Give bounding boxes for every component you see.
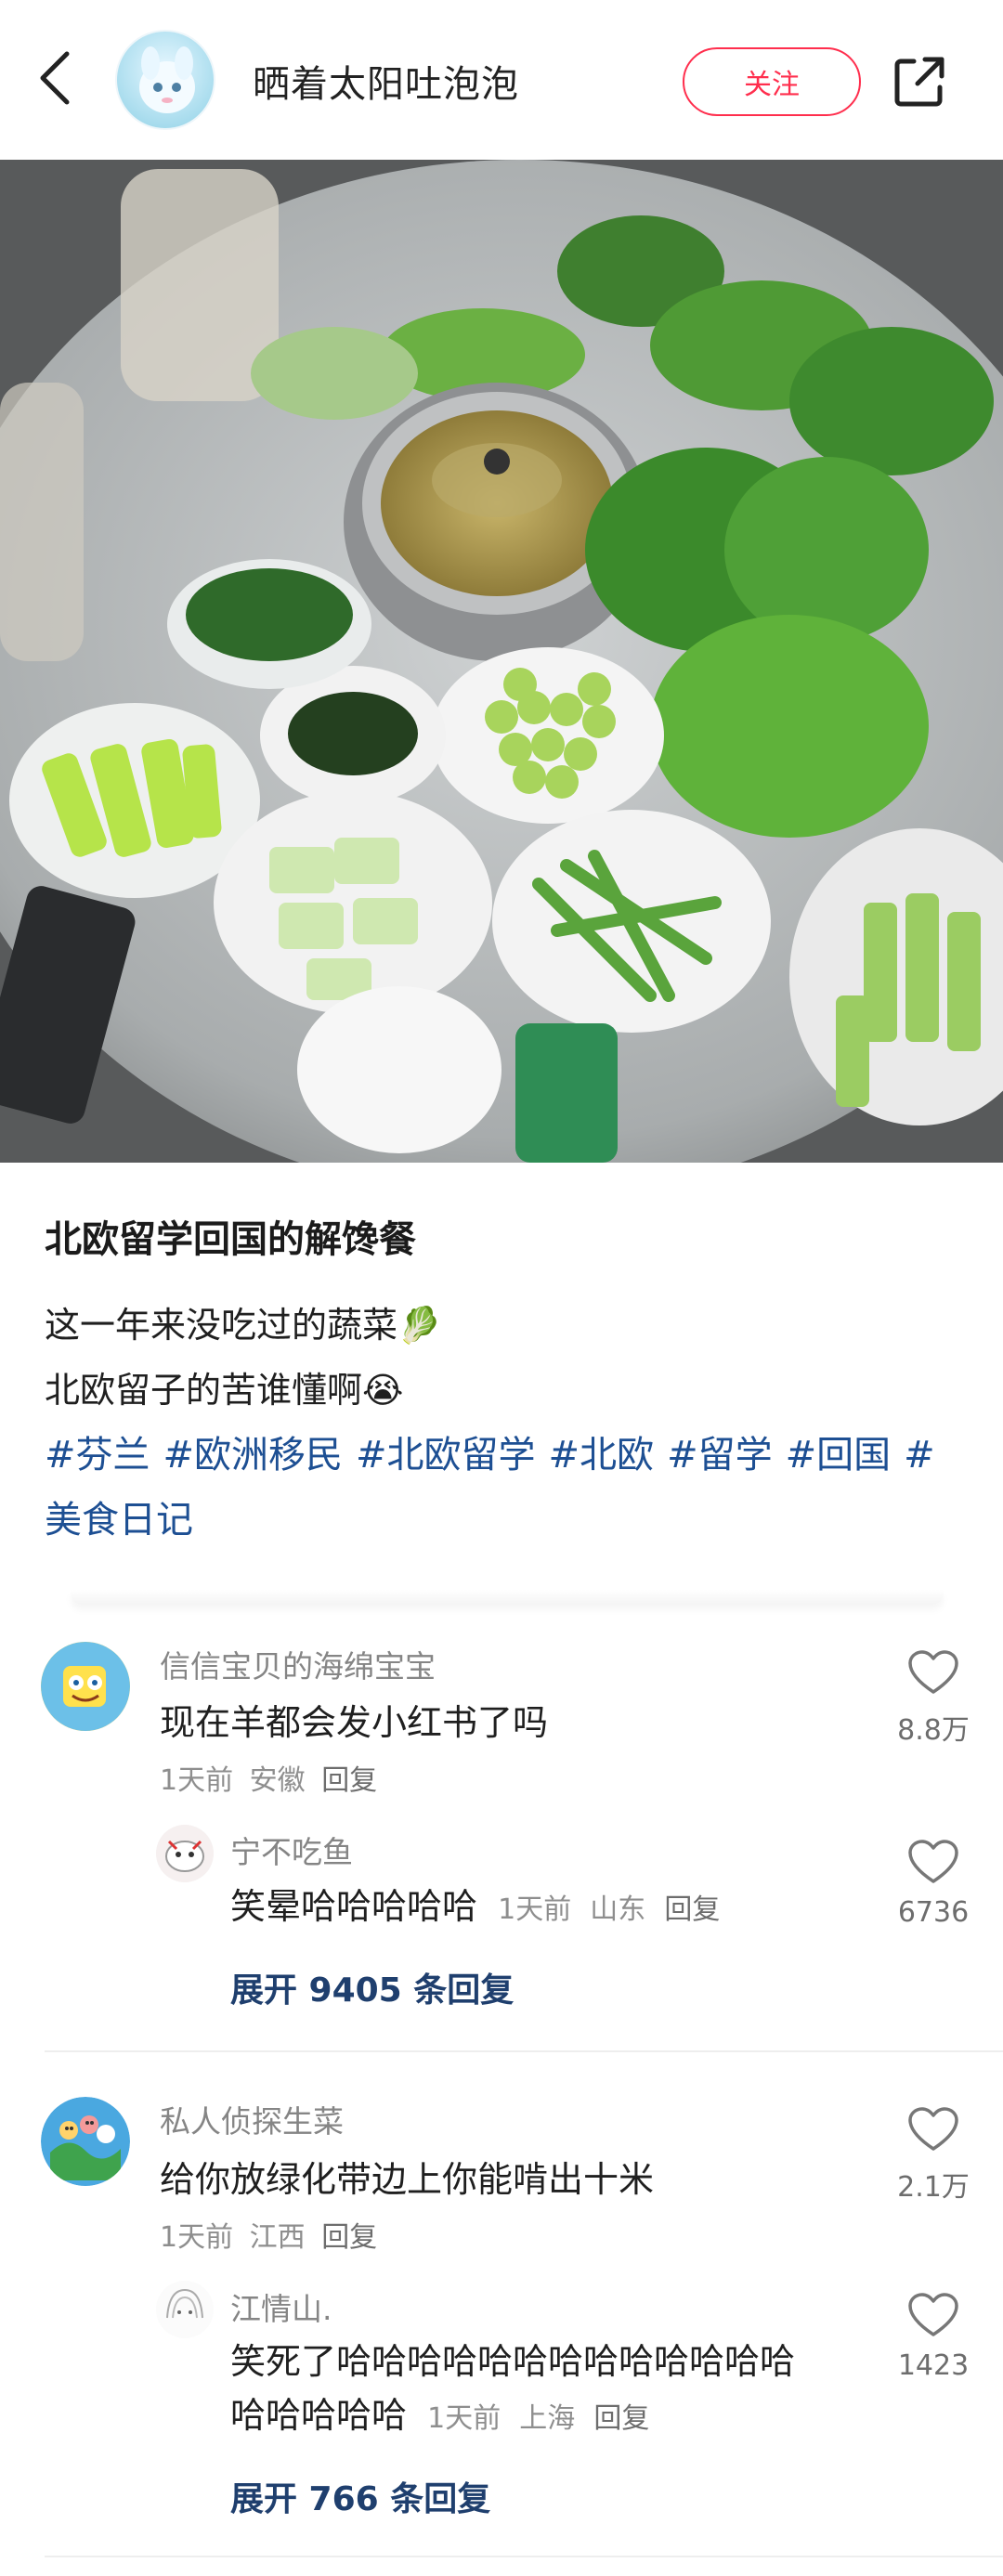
like-count: 6736 xyxy=(897,1896,970,1929)
expand-replies-button[interactable]: 展开 766 条回复 xyxy=(230,2472,490,2520)
like-count: 8.8万 xyxy=(897,1714,970,1747)
comment-text: 现在羊都会发小红书了吗 xyxy=(160,1702,549,1743)
hashtag[interactable]: #北欧留学 xyxy=(356,1434,536,1477)
hashtag-list: #芬兰 #欧洲移民 #北欧留学 #北欧 #留学 #回国 #美食日记 xyxy=(45,1423,964,1553)
heart-outline-icon xyxy=(908,1650,958,1694)
reply-time: 1天前 xyxy=(498,1893,572,1926)
heart-outline-icon xyxy=(908,1840,958,1883)
commenter-avatar[interactable] xyxy=(41,1642,130,1731)
reply-link[interactable]: 回复 xyxy=(321,1764,377,1797)
commenter-name[interactable]: 信信宝贝的海绵宝宝 xyxy=(160,1642,436,1686)
reply-location: 山东 xyxy=(590,1893,646,1926)
comment-location: 江西 xyxy=(249,2221,306,2254)
comment-location: 安徽 xyxy=(249,1764,306,1797)
reply-time: 1天前 xyxy=(427,2402,502,2435)
reply-content: 笑死了哈哈哈哈哈哈哈哈哈哈哈哈哈 xyxy=(230,2341,796,2382)
heart-outline-icon xyxy=(908,2293,958,2336)
like-button[interactable]: 8.8万 xyxy=(882,1649,984,1748)
reply-link[interactable]: 回复 xyxy=(321,2221,377,2254)
replier-name[interactable]: 江情山. xyxy=(230,2284,332,2329)
hashtag[interactable]: #回国 xyxy=(786,1434,892,1477)
like-button[interactable]: 1423 xyxy=(882,2292,984,2382)
replier-avatar[interactable] xyxy=(156,1825,214,1882)
expand-replies-button[interactable]: 展开 9405 条回复 xyxy=(230,1963,514,2011)
like-button[interactable]: 6736 xyxy=(882,1839,984,1929)
heart-outline-icon xyxy=(908,2107,958,2151)
comment-time: 1天前 xyxy=(160,2221,234,2254)
follow-button[interactable]: 关注 xyxy=(683,47,861,116)
hashtag[interactable]: #留学 xyxy=(667,1434,773,1477)
commenter-name[interactable]: 私人侦探生菜 xyxy=(160,2097,344,2141)
author-name[interactable]: 晒着太阳吐泡泡 xyxy=(253,54,519,108)
reply-text: 笑死了哈哈哈哈哈哈哈哈哈哈哈哈哈 哈哈哈哈哈 1天前 上海 回复 xyxy=(230,2335,795,2446)
top-bar: 晒着太阳吐泡泡 关注 xyxy=(0,0,1003,160)
back-arrow-icon[interactable] xyxy=(33,48,78,108)
post-body-line: 北欧留子的苦谁懂啊😭 xyxy=(45,1370,404,1411)
like-count: 2.1万 xyxy=(897,2171,970,2204)
reply-text: 笑晕哈哈哈哈哈 1天前 山东 回复 xyxy=(230,1880,720,1937)
comment-text: 给你放绿化带边上你能啃出十米 xyxy=(160,2159,655,2200)
reply-content: 笑晕哈哈哈哈哈 xyxy=(230,1886,478,1927)
replier-avatar[interactable] xyxy=(156,2281,214,2338)
replier-name[interactable]: 宁不吃鱼 xyxy=(230,1828,353,1872)
hashtag[interactable]: #芬兰 xyxy=(45,1434,150,1477)
comment-divider xyxy=(45,2050,1003,2052)
hashtag[interactable]: #北欧 xyxy=(549,1434,655,1477)
like-count: 1423 xyxy=(897,2349,970,2382)
like-button[interactable]: 2.1万 xyxy=(882,2106,984,2205)
post-body-line: 这一年来没吃过的蔬菜🥬 xyxy=(45,1305,442,1346)
commenter-avatar[interactable] xyxy=(41,2097,130,2186)
section-divider xyxy=(71,1590,944,1605)
post-title: 北欧留学回国的解馋餐 xyxy=(45,1218,416,1261)
reply-link[interactable]: 回复 xyxy=(664,1893,720,1926)
reply-link[interactable]: 回复 xyxy=(593,2402,649,2435)
comment-time: 1天前 xyxy=(160,1764,234,1797)
share-icon[interactable] xyxy=(890,52,949,111)
post-photo[interactable] xyxy=(0,160,1003,1163)
hashtag[interactable]: #欧洲移民 xyxy=(163,1434,344,1477)
comment-divider xyxy=(45,2556,1003,2557)
reply-content: 哈哈哈哈哈 xyxy=(230,2395,408,2436)
comment-meta: 1天前 江西 回复 xyxy=(160,2214,377,2255)
author-avatar[interactable] xyxy=(115,30,215,130)
comment-meta: 1天前 安徽 回复 xyxy=(160,1757,377,1798)
reply-location: 上海 xyxy=(519,2402,576,2435)
